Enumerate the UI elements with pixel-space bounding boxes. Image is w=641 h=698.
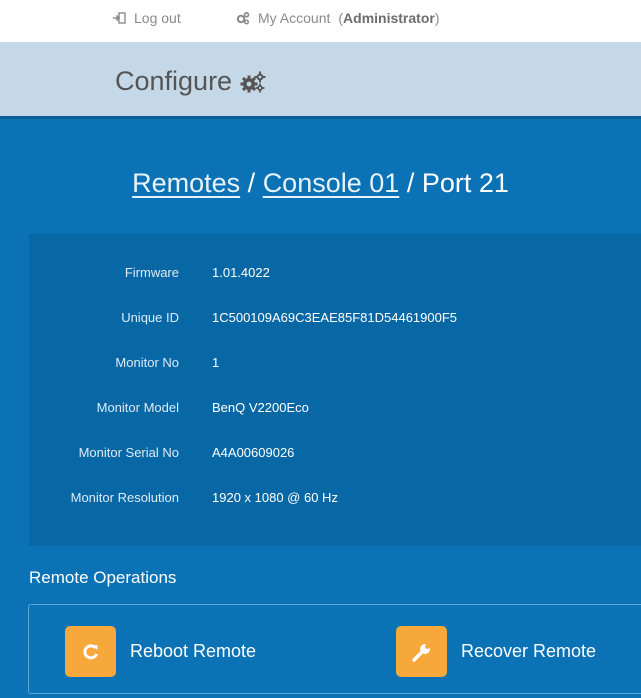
remote-operations-title: Remote Operations (29, 568, 177, 587)
detail-label: Monitor Model (96, 400, 179, 415)
gears-icon (240, 71, 266, 92)
detail-label: Monitor Resolution (70, 490, 179, 505)
logout-link[interactable]: Log out (112, 10, 181, 26)
detail-value: 1 (212, 355, 220, 370)
logout-label: Log out (134, 10, 181, 26)
page-title: Configure (115, 66, 266, 97)
detail-value: A4A00609026 (212, 445, 295, 460)
detail-row-unique-id: Unique ID 1C500109A69C3EAE85F81D54461900… (29, 310, 641, 332)
detail-row-monitor-model: Monitor Model BenQ V2200Eco (29, 400, 641, 422)
reboot-remote-button[interactable]: Reboot Remote (65, 626, 256, 677)
breadcrumb-separator: / (247, 168, 256, 198)
breadcrumb-current: Port 21 (421, 168, 509, 198)
recover-icon (396, 626, 447, 677)
account-label: My Account (258, 10, 331, 26)
remote-details-panel: Firmware 1.01.4022 Unique ID 1C500109A69… (29, 234, 641, 546)
breadcrumb: Remotes / Console 01 / Port 21 (0, 168, 641, 199)
recover-remote-button[interactable]: Recover Remote (396, 626, 596, 677)
wrench-icon (411, 643, 430, 662)
breadcrumb-separator: / (406, 168, 415, 198)
refresh-icon (82, 643, 98, 659)
detail-value: 1920 x 1080 @ 60 Hz (212, 490, 338, 505)
recover-remote-label: Recover Remote (461, 641, 597, 661)
content-top-edge (0, 116, 641, 119)
detail-value: BenQ V2200Eco (212, 400, 309, 415)
detail-label: Monitor Serial No (78, 445, 179, 460)
top-utility-bar: Log out My Account (Administrator) (0, 0, 641, 42)
page: Log out My Account (Administrator) Confi… (0, 0, 641, 698)
account-role: Administrator (343, 10, 435, 26)
reboot-remote-label: Reboot Remote (130, 641, 257, 661)
breadcrumb-remotes-link[interactable]: Remotes (132, 168, 240, 198)
detail-row-monitor-no: Monitor No 1 (29, 355, 641, 377)
detail-value: 1.01.4022 (212, 265, 270, 280)
detail-label: Unique ID (121, 310, 179, 325)
detail-row-monitor-serial: Monitor Serial No A4A00609026 (29, 445, 641, 467)
gears-icon (236, 11, 250, 25)
detail-label: Firmware (124, 265, 179, 280)
detail-row-monitor-resolution: Monitor Resolution 1920 x 1080 @ 60 Hz (29, 490, 641, 512)
my-account-link[interactable]: My Account (Administrator) (236, 10, 440, 26)
reboot-icon (65, 626, 116, 677)
configure-header: Configure (0, 42, 641, 116)
detail-row-firmware: Firmware 1.01.4022 (29, 265, 641, 287)
detail-label: Monitor No (115, 355, 179, 370)
account-role-wrapper: (Administrator) (338, 10, 440, 26)
detail-value: 1C500109A69C3EAE85F81D54461900F5 (212, 310, 458, 325)
logout-icon (113, 12, 126, 24)
page-title-text: Configure (115, 66, 233, 96)
breadcrumb-console-link[interactable]: Console 01 (263, 168, 400, 198)
